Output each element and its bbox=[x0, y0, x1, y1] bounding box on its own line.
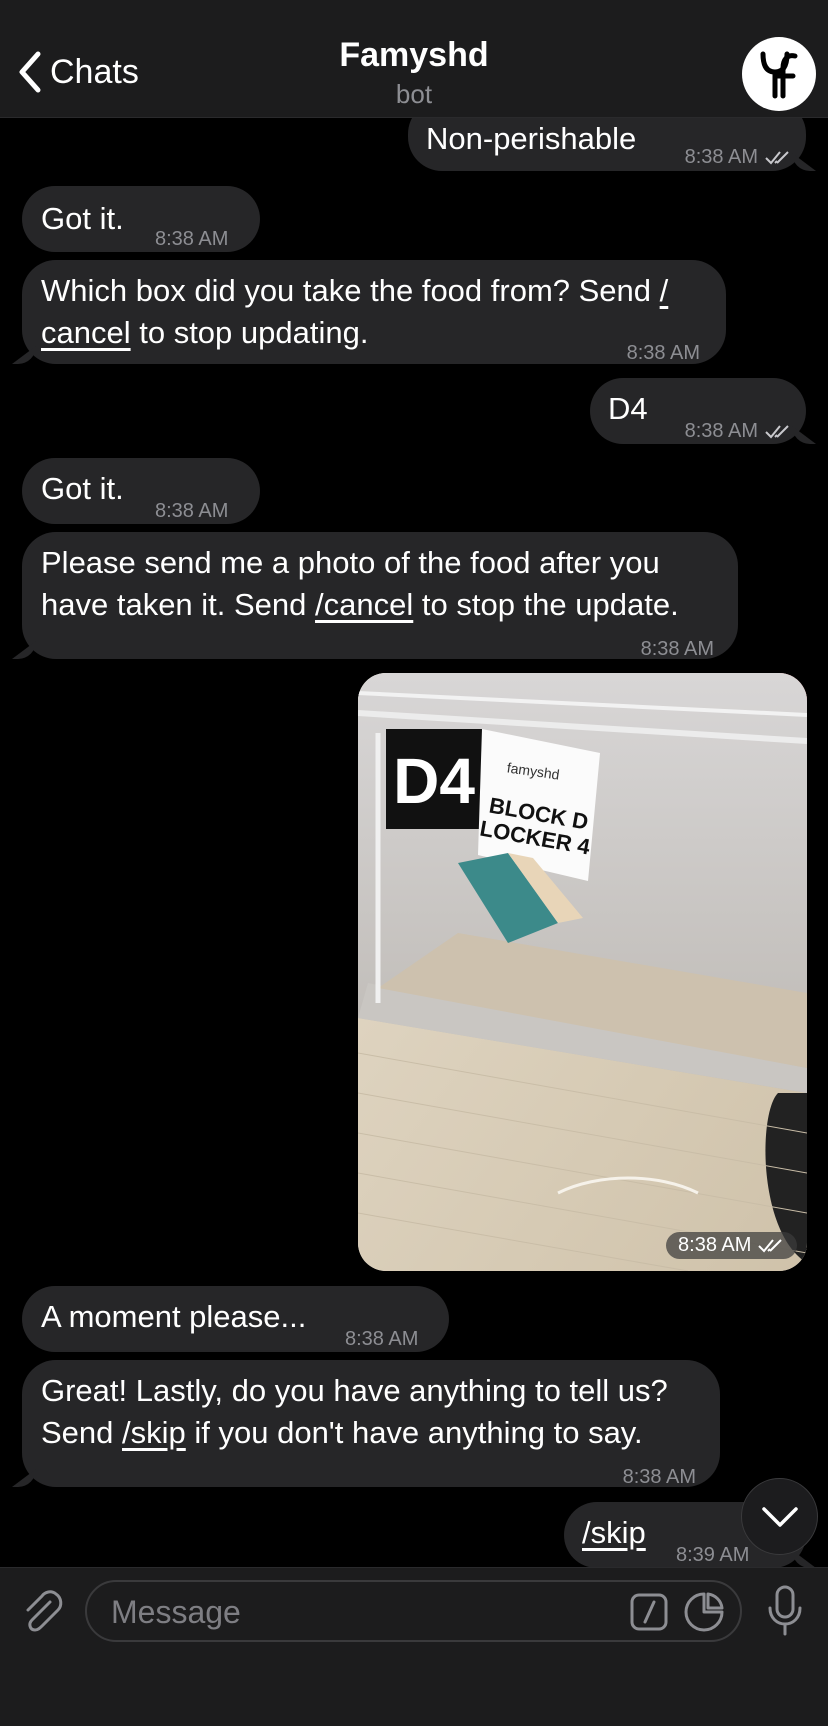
double-check-icon bbox=[758, 1239, 782, 1253]
famyshd-logo-icon bbox=[760, 51, 798, 99]
message-bubble-in[interactable]: Please send me a photo of the food after… bbox=[22, 532, 738, 660]
message-bubble-in[interactable]: Great! Lastly, do you have anything to t… bbox=[22, 1360, 720, 1488]
message-text: Which box did you take the food from? Se… bbox=[41, 273, 669, 350]
message-time: 8:38 AM bbox=[155, 228, 229, 250]
message-text: Great! Lastly, do you have anything to t… bbox=[41, 1373, 668, 1450]
scroll-to-bottom-button[interactable] bbox=[741, 1478, 818, 1555]
paperclip-icon[interactable] bbox=[20, 1588, 64, 1638]
sticker-icon[interactable] bbox=[683, 1591, 725, 1633]
message-time: 8:38 AM bbox=[622, 1466, 696, 1488]
message-time: 8:38 AM bbox=[345, 1328, 419, 1350]
photo-message[interactable]: D4 famyshd BLOCK D LOCKER 4 8:38 AM bbox=[358, 673, 807, 1271]
command-link[interactable]: /skip bbox=[582, 1512, 646, 1554]
message-field[interactable] bbox=[85, 1580, 742, 1642]
locker-photo: D4 famyshd BLOCK D LOCKER 4 bbox=[358, 673, 807, 1271]
message-bubble-in[interactable]: Which box did you take the food from? Se… bbox=[22, 260, 726, 364]
message-time: 8:38 AM bbox=[666, 1232, 797, 1259]
command-link[interactable]: /cancel bbox=[315, 587, 413, 622]
message-time: 8:38 AM bbox=[155, 500, 229, 522]
chevron-down-icon bbox=[761, 1506, 798, 1527]
message-input[interactable] bbox=[109, 1590, 593, 1634]
message-time: 8:38 AM bbox=[626, 342, 700, 364]
message-bubble-in[interactable]: A moment please... 8:38 AM bbox=[22, 1286, 449, 1352]
message-text: Got it. bbox=[41, 471, 124, 506]
message-time: 8:38 AM bbox=[640, 638, 714, 660]
chat-header: Chats Famyshd bot bbox=[0, 0, 828, 118]
message-time: 8:38 AM bbox=[685, 136, 792, 178]
command-link[interactable]: cancel bbox=[41, 315, 131, 350]
chat-title-block[interactable]: Famyshd bot bbox=[0, 36, 828, 110]
message-text: D4 bbox=[608, 391, 648, 426]
message-input-bar bbox=[0, 1567, 828, 1726]
double-check-icon bbox=[765, 425, 789, 439]
message-text: Please send me a photo of the food after… bbox=[41, 545, 679, 622]
double-check-icon bbox=[765, 151, 789, 165]
message-bubble-out[interactable]: D4 8:38 AM bbox=[590, 378, 806, 444]
slash-command-icon[interactable] bbox=[629, 1592, 669, 1632]
message-bubble-in[interactable]: Got it. 8:38 AM bbox=[22, 186, 260, 252]
chat-subtitle: bot bbox=[395, 79, 433, 109]
message-text: A moment please... bbox=[41, 1299, 307, 1334]
message-text: Non-perishable bbox=[426, 121, 637, 156]
avatar[interactable] bbox=[742, 37, 816, 111]
message-text: Got it. bbox=[41, 201, 124, 236]
command-link[interactable]: / bbox=[660, 273, 669, 308]
microphone-icon[interactable] bbox=[765, 1584, 805, 1638]
command-link[interactable]: /skip bbox=[122, 1415, 186, 1450]
chat-title: Famyshd bbox=[339, 36, 489, 74]
box-code-text: D4 bbox=[393, 745, 475, 817]
message-bubble-in[interactable]: Got it. 8:38 AM bbox=[22, 458, 260, 524]
message-time: 8:38 AM bbox=[685, 410, 792, 452]
